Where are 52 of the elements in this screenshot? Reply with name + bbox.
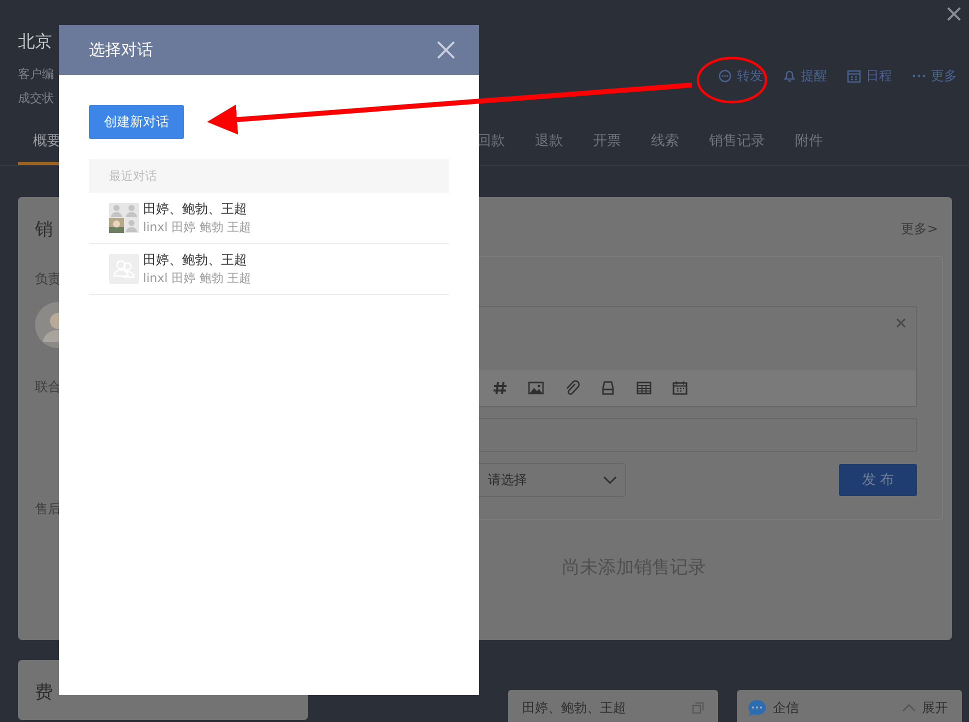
info-label: 客户编 [18, 66, 54, 82]
image-icon [528, 380, 544, 396]
more-icon [912, 74, 926, 78]
conversation-item[interactable]: 田婷、鲍勃、王超 linxl 田婷 鲍勃 王超 [89, 244, 449, 295]
toolbar-button[interactable] [600, 380, 616, 396]
close-icon[interactable] [896, 318, 906, 328]
calendar-icon [672, 380, 688, 396]
messenger-button[interactable]: 企信 [747, 699, 799, 717]
table-icon [636, 380, 652, 396]
tab[interactable]: 开票 [578, 132, 636, 165]
publish-button[interactable]: 发 布 [839, 464, 917, 496]
close-icon[interactable] [947, 7, 961, 21]
card-title: 费 [35, 682, 53, 703]
chat-bubble-icon [747, 699, 767, 717]
chat-title: 田婷、鲍勃、王超 [522, 700, 626, 717]
action-link[interactable]: 转发 [718, 67, 763, 85]
calendar-icon [847, 69, 861, 83]
more-link[interactable]: 更多> [901, 220, 938, 238]
chevron-down-icon [603, 476, 617, 484]
hash-icon [492, 380, 508, 396]
toolbar-button[interactable] [672, 380, 688, 396]
tab[interactable]: 销售记录 [694, 132, 780, 165]
annotation-circle [696, 56, 768, 104]
action-link[interactable]: 日程 [847, 67, 892, 85]
chat-icon [718, 69, 732, 83]
expand-button[interactable]: 展开 [902, 699, 948, 717]
action-link[interactable]: 提醒 [783, 67, 827, 85]
group-avatar [109, 203, 139, 233]
conversation-item[interactable]: 田婷、鲍勃、王超 linxl 田婷 鲍勃 王超 [89, 193, 449, 244]
toolbar-button[interactable] [564, 380, 580, 396]
info-label: 成交状 [18, 90, 54, 106]
drive-icon [600, 380, 616, 396]
paperclip-icon [564, 380, 580, 396]
card-title: 销 [35, 218, 53, 241]
caret-up-icon [902, 704, 916, 712]
create-conversation-button[interactable]: 创建新对话 [89, 105, 184, 139]
section-title: 最近对话 [109, 168, 157, 184]
tab[interactable]: 退款 [520, 132, 578, 165]
toolbar-button[interactable] [528, 380, 544, 396]
tab[interactable]: 线索 [636, 132, 694, 165]
dialog-title: 选择对话 [89, 40, 153, 60]
conversation-members: linxl 田婷 鲍勃 王超 [143, 270, 252, 287]
toolbar-button[interactable] [636, 380, 652, 396]
action-link[interactable]: 更多 [912, 67, 957, 85]
chat-tab[interactable]: 田婷、鲍勃、王超 [508, 690, 718, 722]
page-title: 北京 [18, 31, 52, 53]
conversation-title: 田婷、鲍勃、王超 [143, 201, 248, 218]
tab[interactable]: 附件 [780, 132, 838, 165]
bell-icon [783, 69, 796, 83]
conversation-title: 田婷、鲍勃、王超 [143, 252, 248, 269]
conversation-members: linxl 田婷 鲍勃 王超 [143, 219, 252, 236]
toolbar-button[interactable] [492, 380, 508, 396]
